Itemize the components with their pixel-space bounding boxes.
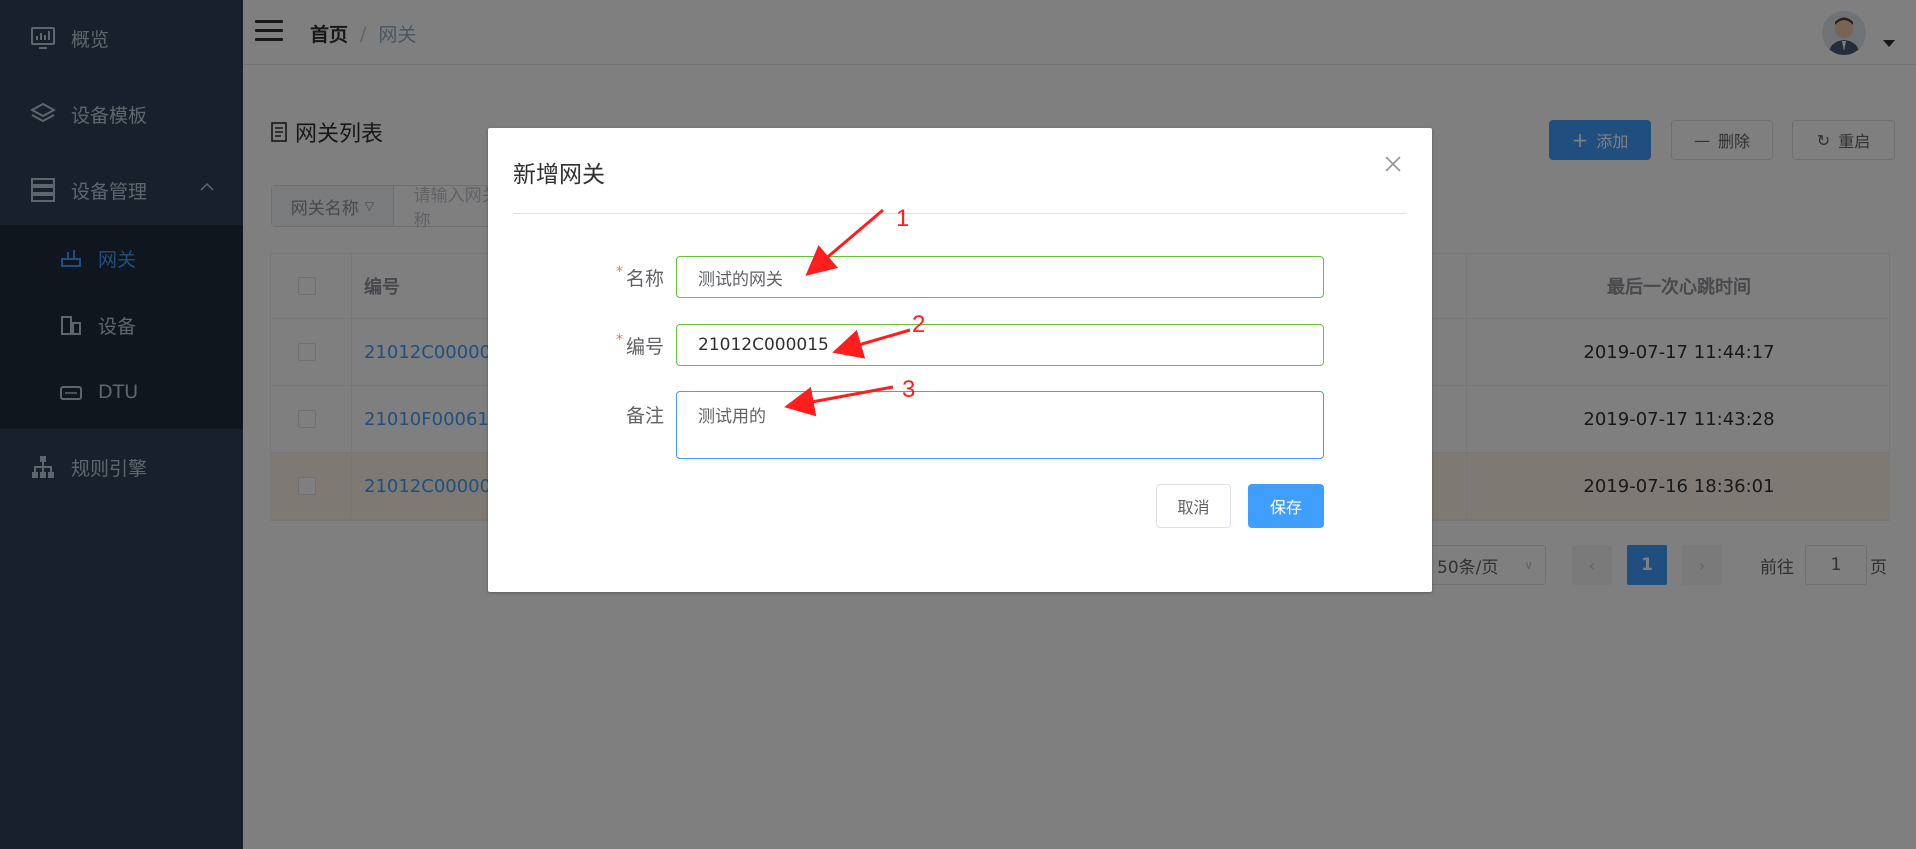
annotation-arrow-1 bbox=[805, 208, 884, 276]
annotation-arrow-3 bbox=[784, 385, 894, 417]
annotation-arrow-2 bbox=[832, 328, 911, 359]
annotation-label-1: 1 bbox=[896, 205, 910, 232]
annotation-label-2: 2 bbox=[912, 311, 926, 338]
annotation-layer bbox=[784, 208, 911, 417]
annotation-label-3: 3 bbox=[902, 376, 916, 403]
